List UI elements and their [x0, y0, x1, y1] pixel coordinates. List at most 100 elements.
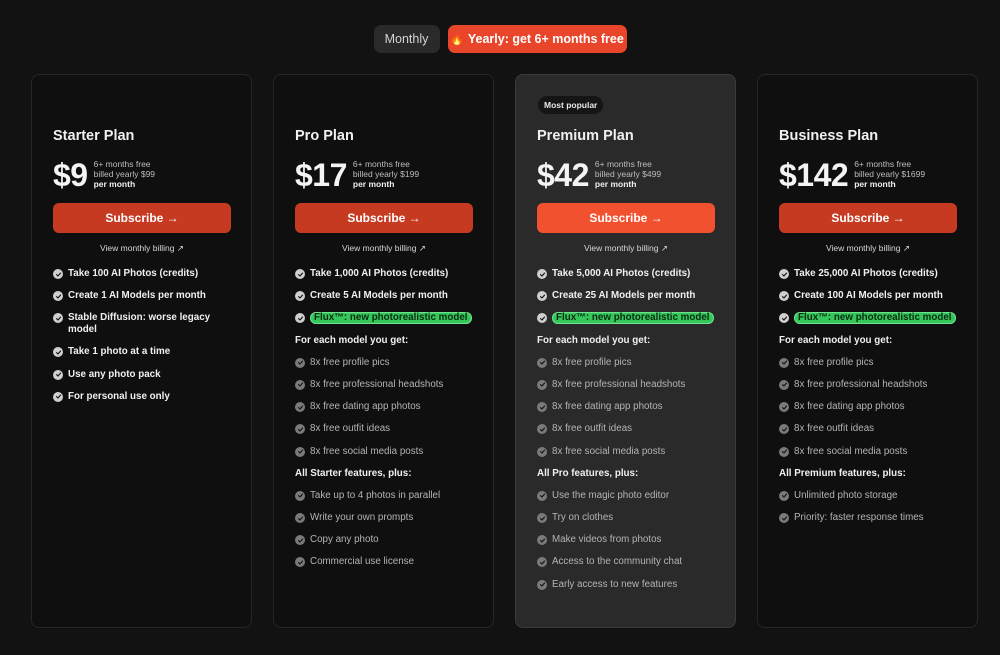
feature-item: 8x free dating app photos — [779, 401, 957, 423]
price-meta: 6+ months free billed yearly $199 per mo… — [353, 158, 419, 189]
feature-item: Commercial use license — [295, 556, 473, 578]
plan-price: $142 — [779, 157, 849, 193]
check-circle-icon — [779, 513, 789, 524]
view-monthly-billing-link[interactable]: View monthly billing ↗ — [779, 243, 957, 254]
most-popular-badge: Most popular — [538, 96, 604, 114]
check-circle-icon — [537, 579, 547, 590]
plan-card-business: Business Plan $142 6+ months free billed… — [757, 74, 978, 628]
feature-list: Take 1,000 AI Photos (credits) Create 5 … — [295, 268, 473, 579]
feature-item: For personal use only — [53, 391, 231, 413]
check-circle-icon — [537, 513, 547, 524]
view-monthly-billing-link[interactable]: View monthly billing ↗ — [537, 243, 715, 254]
plan-name: Premium Plan — [537, 128, 634, 144]
feature-item: 8x free profile pics — [779, 357, 957, 379]
feature-text: 8x free professional headshots — [552, 378, 686, 390]
price-meta: 6+ months free billed yearly $1699 per m… — [854, 158, 925, 189]
check-circle-icon — [537, 313, 547, 324]
view-monthly-billing-link[interactable]: View monthly billing ↗ — [53, 243, 231, 254]
flux-highlight: Flux™: new photorealistic model — [794, 312, 956, 325]
feature-item: 8x free outfit ideas — [295, 423, 473, 445]
check-circle-icon — [537, 379, 547, 390]
subscribe-button[interactable]: Subscribe → — [53, 203, 231, 233]
check-circle-icon — [537, 357, 547, 368]
feature-item: Try on clothes — [537, 512, 715, 534]
price-meta: 6+ months free billed yearly $499 per mo… — [595, 158, 661, 189]
feature-item: Take 25,000 AI Photos (credits) — [779, 268, 957, 290]
feature-text: Early access to new features — [552, 578, 678, 590]
check-circle-icon — [295, 379, 305, 390]
check-circle-icon — [537, 424, 547, 435]
check-circle-icon — [779, 313, 789, 324]
feature-text: 8x free social media posts — [794, 445, 908, 457]
feature-text: 8x free outfit ideas — [552, 423, 633, 435]
check-circle-icon — [295, 357, 305, 368]
free-months-note: 6+ months free — [594, 159, 652, 169]
feature-item: 8x free professional headshots — [537, 379, 715, 401]
feature-item: Write your own prompts — [295, 512, 473, 534]
price-row: $142 6+ months free billed yearly $1699 … — [779, 158, 925, 192]
feature-item: Take 100 AI Photos (credits) — [53, 268, 231, 290]
feature-item: Use the magic photo editor — [537, 490, 715, 512]
feature-item: 8x free social media posts — [295, 446, 473, 468]
plan-name: Pro Plan — [295, 128, 354, 144]
check-circle-icon — [53, 269, 63, 279]
monthly-toggle-button[interactable]: Monthly — [373, 25, 440, 53]
check-circle-icon — [537, 490, 547, 501]
feature-section-heading: All Starter features, plus: — [295, 467, 412, 479]
plan-card-premium: Most popular Premium Plan $42 6+ months f… — [515, 74, 736, 628]
check-circle-icon — [779, 291, 789, 302]
check-circle-icon — [295, 490, 305, 501]
feature-item: Flux™: new photorealistic model — [779, 312, 957, 334]
feature-item: Take 5,000 AI Photos (credits) — [537, 268, 715, 290]
check-circle-icon — [537, 557, 547, 568]
fire-icon: 🔥 — [450, 33, 464, 46]
feature-text: Take 25,000 AI Photos (credits) — [794, 268, 938, 279]
per-month-label: per month — [93, 179, 136, 189]
flux-highlight: Flux™: new photorealistic model — [552, 312, 714, 325]
plan-card-starter: Starter Plan $9 6+ months free billed ye… — [31, 74, 252, 628]
yearly-toggle-button[interactable]: 🔥 Yearly: get 6+ months free — [447, 25, 627, 53]
feature-text: Create 5 AI Models per month — [310, 290, 448, 302]
check-circle-icon — [779, 424, 789, 435]
feature-item: Flux™: new photorealistic model — [295, 312, 473, 334]
feature-item: Create 25 AI Models per month — [537, 290, 715, 312]
feature-text: Use any photo pack — [68, 368, 161, 380]
check-circle-icon — [295, 402, 305, 413]
subscribe-button[interactable]: Subscribe → — [779, 203, 957, 233]
feature-item: Take 1 photo at a time — [53, 346, 231, 368]
feature-item: Create 1 AI Models per month — [53, 290, 231, 312]
feature-item: Make videos from photos — [537, 534, 715, 556]
feature-text: Unlimited photo storage — [794, 489, 898, 501]
check-circle-icon — [779, 446, 789, 457]
feature-item: Stable Diffusion: worse legacy model — [53, 312, 231, 346]
feature-item: 8x free profile pics — [537, 357, 715, 379]
check-circle-icon — [53, 347, 63, 358]
check-circle-icon — [779, 490, 789, 501]
feature-item: 8x free dating app photos — [537, 401, 715, 423]
view-monthly-billing-link[interactable]: View monthly billing ↗ — [295, 243, 473, 254]
feature-text: 8x free social media posts — [310, 445, 424, 457]
plan-card-pro: Pro Plan $17 6+ months free billed yearl… — [273, 74, 494, 628]
plan-name: Starter Plan — [53, 128, 135, 144]
feature-item: Use any photo pack — [53, 369, 231, 391]
check-circle-icon — [295, 313, 305, 324]
per-month-label: per month — [352, 179, 395, 189]
check-circle-icon — [537, 269, 547, 279]
feature-text: Copy any photo — [310, 534, 379, 546]
feature-text: Take 1 photo at a time — [68, 346, 171, 358]
check-circle-icon — [779, 379, 789, 390]
feature-text: 8x free profile pics — [794, 356, 874, 368]
yearly-toggle-label: Yearly: get 6+ months free — [467, 32, 624, 46]
billed-yearly-note: billed yearly $1699 — [854, 169, 926, 179]
price-row: $42 6+ months free billed yearly $499 pe… — [537, 158, 661, 192]
subscribe-button[interactable]: Subscribe → — [537, 203, 715, 233]
check-circle-icon — [53, 369, 63, 380]
feature-item: Access to the community chat — [537, 556, 715, 578]
feature-section-heading: All Pro features, plus: — [537, 467, 639, 479]
price-row: $9 6+ months free billed yearly $99 per … — [53, 158, 155, 192]
feature-item: 8x free professional headshots — [295, 379, 473, 401]
feature-text: Priority: faster response times — [794, 512, 924, 524]
feature-list: Take 5,000 AI Photos (credits) Create 25… — [537, 268, 715, 601]
per-month-label: per month — [594, 179, 637, 189]
subscribe-button[interactable]: Subscribe → — [295, 203, 473, 233]
